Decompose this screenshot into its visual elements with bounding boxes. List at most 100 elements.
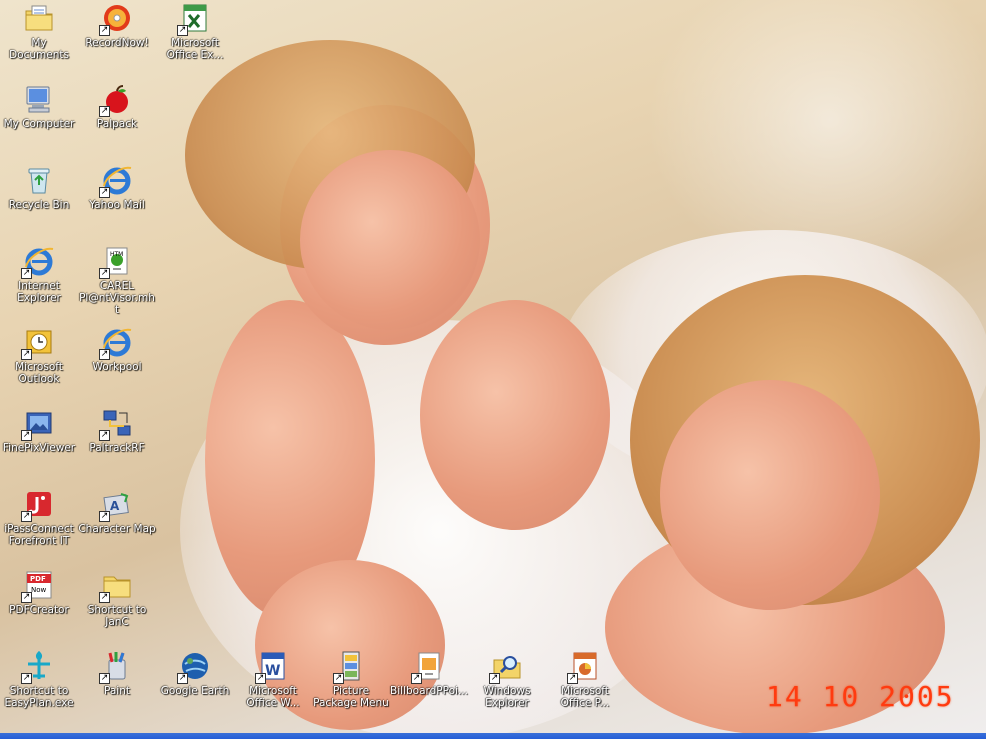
desktop-icon-microsoft-office-p[interactable]: ↗ Microsoft Office P... — [546, 648, 624, 726]
internet-explorer-icon: ↗ — [21, 245, 55, 279]
shortcut-arrow-icon: ↗ — [489, 673, 500, 684]
desktop-icon-label: PaltrackRF — [89, 442, 145, 454]
explorer-icon: ↗ — [489, 650, 523, 684]
internet-explorer-icon: ↗ — [99, 164, 133, 198]
desktop-icon-google-earth[interactable]: ↗ Google Earth — [156, 648, 234, 726]
excel-icon: ↗ — [177, 2, 211, 36]
desktop-icon-internet-explorer[interactable]: ↗ Internet Explorer — [0, 243, 78, 321]
desktop-icon-label: Microsoft Office Ex... — [166, 37, 224, 61]
desktop-icon-label: CAREL Pl@ntVisor.mht — [79, 280, 155, 316]
internet-explorer-icon: ↗ — [99, 326, 133, 360]
shortcut-arrow-icon: ↗ — [99, 268, 110, 279]
ipass-icon: ↗ — [21, 488, 55, 522]
desktop-icon-recordnow[interactable]: ↗ RecordNow! — [78, 0, 156, 78]
apple-icon: ↗ — [99, 83, 133, 117]
desktop-icon-picture-package-menu[interactable]: ↗ Picture Package Menu — [312, 648, 390, 726]
desktop-icon-label: Recycle Bin — [8, 199, 70, 211]
desktop-icon-pdfcreator[interactable]: PDF Now ↗ PDFCreator — [0, 567, 78, 645]
computer-icon — [23, 83, 55, 115]
shortcut-arrow-icon: ↗ — [333, 673, 344, 684]
web-document-icon: HTM ↗ — [99, 245, 133, 279]
desktop-icon-label: Picture Package Menu — [313, 685, 389, 709]
desktop-icon-palpack[interactable]: ↗ Palpack — [78, 81, 156, 159]
shortcut-arrow-icon: ↗ — [177, 673, 188, 684]
shortcut-arrow-icon: ↗ — [99, 349, 110, 360]
desktop-icon-carel-pl-ntvisor-mht[interactable]: HTM ↗ CAREL Pl@ntVisor.mht — [78, 243, 156, 321]
desktop-icon-my-computer[interactable]: My Computer — [0, 81, 78, 159]
cd-record-icon: ↗ — [99, 2, 133, 36]
desktop-icon-microsoft-office-ex[interactable]: ↗ Microsoft Office Ex... — [156, 0, 234, 78]
svg-text:HTM: HTM — [110, 251, 123, 258]
taskbar[interactable] — [0, 733, 986, 739]
desktop-icon-label: RecordNow! — [85, 37, 149, 49]
desktop-icon-label: Microsoft Office W... — [246, 685, 300, 709]
picture-package-icon: ↗ — [333, 650, 367, 684]
desktop-icon-workpool[interactable]: ↗ Workpool — [78, 324, 156, 402]
desktop-icon-label: Internet Explorer — [17, 280, 61, 304]
shortcut-arrow-icon: ↗ — [99, 511, 110, 522]
desktop-icon-label: Workpool — [92, 361, 142, 373]
desktop-icon-yahoo-mail[interactable]: ↗ Yahoo Mail — [78, 162, 156, 240]
desktop-icon-label: Character Map — [78, 523, 156, 535]
svg-text:W: W — [265, 663, 280, 679]
desktop-icon-paint[interactable]: ↗ Paint — [78, 648, 156, 726]
desktop-icon-billboardppoi[interactable]: ↗ BillboardPPoi... — [390, 648, 468, 726]
desktop-icon-character-map[interactable]: A ↗ Character Map — [78, 486, 156, 564]
shortcut-arrow-icon: ↗ — [567, 673, 578, 684]
desktop-icon-label: Paint — [104, 685, 130, 697]
svg-text:A: A — [110, 499, 120, 513]
shortcut-arrow-icon: ↗ — [21, 673, 32, 684]
folder-icon: ↗ — [99, 569, 133, 603]
desktop-icon-label: Palpack — [96, 118, 138, 130]
shortcut-arrow-icon: ↗ — [99, 106, 110, 117]
desktop-icon-label: Yahoo Mail — [89, 199, 145, 211]
desktop-icon-ipassconnect-forefront-it[interactable]: ↗ iPassConnect Forefront IT — [0, 486, 78, 564]
outlook-icon: ↗ — [21, 326, 55, 360]
desktop-icon-windows-explorer[interactable]: ↗ Windows Explorer — [468, 648, 546, 726]
shortcut-arrow-icon: ↗ — [99, 430, 110, 441]
shortcut-arrow-icon: ↗ — [99, 592, 110, 603]
photo-viewer-icon: ↗ — [21, 407, 55, 441]
paint-icon: ↗ — [99, 650, 133, 684]
shortcut-arrow-icon: ↗ — [21, 592, 32, 603]
globe-icon: ↗ — [177, 650, 211, 684]
desktop-icon-label: My Computer — [3, 118, 75, 130]
pdf-icon: PDF Now ↗ — [21, 569, 55, 603]
svg-text:Now: Now — [31, 586, 47, 594]
shortcut-arrow-icon: ↗ — [21, 511, 32, 522]
desktop-icon-label: PDFCreator — [9, 604, 69, 616]
desktop-icon-finepixviewer[interactable]: ↗ FinePixViewer — [0, 405, 78, 483]
desktop-icon-label: FinePixViewer — [2, 442, 76, 454]
desktop-icon-microsoft-office-w[interactable]: W ↗ Microsoft Office W... — [234, 648, 312, 726]
recycle-bin-icon — [23, 164, 55, 196]
shortcut-arrow-icon: ↗ — [99, 25, 110, 36]
shortcut-arrow-icon: ↗ — [21, 268, 32, 279]
shortcut-arrow-icon: ↗ — [255, 673, 266, 684]
desktop-icon-label: Shortcut to JanC — [87, 604, 147, 628]
shortcut-arrow-icon: ↗ — [99, 673, 110, 684]
desktop-icon-microsoft-outlook[interactable]: ↗ Microsoft Outlook — [0, 324, 78, 402]
shortcut-arrow-icon: ↗ — [99, 187, 110, 198]
desktop-icon-label: My Documents — [9, 37, 69, 61]
desktop-icon-paltrackrf[interactable]: ↗ PaltrackRF — [78, 405, 156, 483]
desktop-icon-shortcut-to-easyplan-exe[interactable]: ↗ Shortcut to EasyPlan.exe — [0, 648, 78, 726]
network-icon: ↗ — [99, 407, 133, 441]
airplane-icon: ↗ — [21, 650, 55, 684]
desktop-icon-recycle-bin[interactable]: Recycle Bin — [0, 162, 78, 240]
folder-documents-icon — [23, 2, 55, 34]
desktop-icon-label: Google Earth — [160, 685, 230, 697]
character-map-icon: A ↗ — [99, 488, 133, 522]
desktop-icon-label: Shortcut to EasyPlan.exe — [4, 685, 74, 709]
desktop-icon-label: BillboardPPoi... — [390, 685, 468, 697]
desktop-icon-label: Windows Explorer — [483, 685, 531, 709]
desktop[interactable]: My Documents ↗ RecordNow! ↗ Microsoft Office… — [0, 0, 986, 739]
word-icon: W ↗ — [255, 650, 289, 684]
billboard-icon: ↗ — [411, 650, 445, 684]
desktop-icon-label: iPassConnect Forefront IT — [4, 523, 74, 547]
desktop-icon-shortcut-to-janc[interactable]: ↗ Shortcut to JanC — [78, 567, 156, 645]
photo-datestamp: 14 10 2005 — [766, 680, 955, 713]
desktop-icon-my-documents[interactable]: My Documents — [0, 0, 78, 78]
shortcut-arrow-icon: ↗ — [21, 349, 32, 360]
desktop-icon-label: Microsoft Outlook — [15, 361, 63, 385]
shortcut-arrow-icon: ↗ — [411, 673, 422, 684]
